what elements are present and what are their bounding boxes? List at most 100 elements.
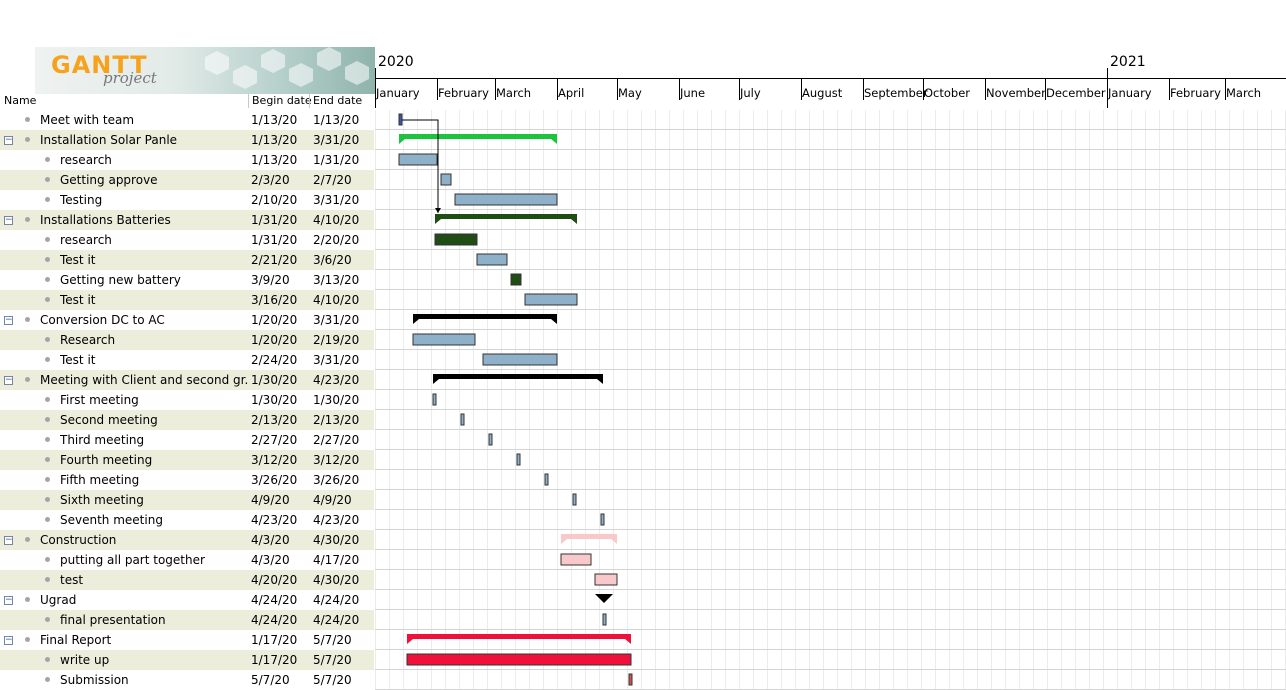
task-begin-date[interactable]: 3/9/20 (251, 270, 290, 290)
task-row[interactable]: Getting new battery 3/9/20 3/13/20 (0, 270, 374, 290)
task-row[interactable]: Test it 3/16/20 4/10/20 (0, 290, 374, 310)
task-begin-date[interactable]: 2/10/20 (251, 190, 297, 210)
milestone-marker[interactable] (432, 393, 437, 406)
task-begin-date[interactable]: 2/27/20 (251, 430, 297, 450)
task-name[interactable]: Seventh meeting (60, 510, 248, 530)
task-begin-date[interactable]: 2/24/20 (251, 350, 297, 370)
task-row[interactable]: Meet with team 1/13/20 1/13/20 (0, 110, 374, 130)
task-name[interactable]: Getting approve (60, 170, 248, 190)
task-bar[interactable] (406, 653, 632, 666)
task-name[interactable]: putting all part together (60, 550, 248, 570)
milestone-marker[interactable] (572, 493, 577, 506)
task-begin-date[interactable]: 2/3/20 (251, 170, 290, 190)
task-end-date[interactable]: 4/17/20 (313, 550, 359, 570)
task-end-date[interactable]: 1/30/20 (313, 390, 359, 410)
task-name[interactable]: research (60, 150, 248, 170)
task-row[interactable]: Getting approve 2/3/20 2/7/20 (0, 170, 374, 190)
task-name[interactable]: Fourth meeting (60, 450, 248, 470)
task-begin-date[interactable]: 4/24/20 (251, 590, 297, 610)
task-end-date[interactable]: 3/31/20 (313, 350, 359, 370)
task-name[interactable]: Final Report (40, 630, 248, 650)
task-bar[interactable] (594, 573, 618, 586)
summary-bar[interactable] (413, 314, 557, 319)
task-end-date[interactable]: 4/9/20 (313, 490, 352, 510)
task-bar[interactable] (412, 333, 476, 346)
task-row[interactable]: Research 1/20/20 2/19/20 (0, 330, 374, 350)
task-end-date[interactable]: 4/23/20 (313, 510, 359, 530)
task-end-date[interactable]: 2/27/20 (313, 430, 359, 450)
summary-milestone-marker[interactable] (595, 594, 613, 603)
collapse-toggle-icon[interactable]: − (4, 596, 13, 605)
task-begin-date[interactable]: 1/20/20 (251, 330, 297, 350)
task-name[interactable]: Sixth meeting (60, 490, 248, 510)
task-name[interactable]: write up (60, 650, 248, 670)
task-end-date[interactable]: 5/7/20 (313, 670, 352, 690)
task-end-date[interactable]: 3/31/20 (313, 310, 359, 330)
collapse-toggle-icon[interactable]: − (4, 316, 13, 325)
task-name[interactable]: First meeting (60, 390, 248, 410)
task-name[interactable]: Installations Batteries (40, 210, 248, 230)
task-name[interactable]: Test it (60, 290, 248, 310)
task-name[interactable]: research (60, 230, 248, 250)
task-row[interactable]: research 1/31/20 2/20/20 (0, 230, 374, 250)
task-row[interactable]: research 1/13/20 1/31/20 (0, 150, 374, 170)
task-name[interactable]: Fifth meeting (60, 470, 248, 490)
task-end-date[interactable]: 2/19/20 (313, 330, 359, 350)
task-end-date[interactable]: 4/24/20 (313, 590, 359, 610)
task-begin-date[interactable]: 1/17/20 (251, 650, 297, 670)
task-row[interactable]: putting all part together 4/3/20 4/17/20 (0, 550, 374, 570)
task-end-date[interactable]: 4/24/20 (313, 610, 359, 630)
milestone-marker[interactable] (460, 413, 465, 426)
task-name[interactable]: Third meeting (60, 430, 248, 450)
task-row[interactable]: − Meeting with Client and second gr... 1/3… (0, 370, 374, 390)
task-end-date[interactable]: 3/13/20 (313, 270, 359, 290)
task-begin-date[interactable]: 4/20/20 (251, 570, 297, 590)
task-name[interactable]: Conversion DC to AC (40, 310, 248, 330)
task-begin-date[interactable]: 2/21/20 (251, 250, 297, 270)
task-end-date[interactable]: 2/13/20 (313, 410, 359, 430)
column-separator[interactable] (309, 94, 310, 108)
task-begin-date[interactable]: 1/30/20 (251, 370, 297, 390)
task-name[interactable]: Testing (60, 190, 248, 210)
task-bar[interactable] (398, 153, 438, 166)
summary-bar[interactable] (433, 374, 603, 379)
dependency-arrow[interactable] (402, 119, 439, 213)
task-name[interactable]: Ugrad (40, 590, 248, 610)
column-separator[interactable] (248, 94, 249, 108)
milestone-marker[interactable] (628, 673, 633, 686)
task-name[interactable]: Submission (60, 670, 248, 690)
task-name[interactable]: test (60, 570, 248, 590)
task-row[interactable]: write up 1/17/20 5/7/20 (0, 650, 374, 670)
task-bar[interactable] (482, 353, 558, 366)
task-end-date[interactable]: 4/10/20 (313, 290, 359, 310)
task-row[interactable]: Test it 2/24/20 3/31/20 (0, 350, 374, 370)
task-begin-date[interactable]: 5/7/20 (251, 670, 290, 690)
task-name[interactable]: Test it (60, 350, 248, 370)
task-row[interactable]: Test it 2/21/20 3/6/20 (0, 250, 374, 270)
task-begin-date[interactable]: 4/3/20 (251, 550, 290, 570)
task-end-date[interactable]: 5/7/20 (313, 650, 352, 670)
task-row[interactable]: Fifth meeting 3/26/20 3/26/20 (0, 470, 374, 490)
task-begin-date[interactable]: 1/31/20 (251, 210, 297, 230)
task-row[interactable]: Fourth meeting 3/12/20 3/12/20 (0, 450, 374, 470)
task-name[interactable]: Getting new battery (60, 270, 248, 290)
task-row[interactable]: − Ugrad 4/24/20 4/24/20 (0, 590, 374, 610)
gantt-chart-area[interactable] (375, 110, 1286, 690)
task-bar[interactable] (560, 553, 592, 566)
task-end-date[interactable]: 1/31/20 (313, 150, 359, 170)
summary-bar[interactable] (435, 214, 577, 219)
task-row[interactable]: Testing 2/10/20 3/31/20 (0, 190, 374, 210)
task-bar[interactable] (440, 173, 452, 186)
task-end-date[interactable]: 5/7/20 (313, 630, 352, 650)
task-begin-date[interactable]: 3/12/20 (251, 450, 297, 470)
task-bar[interactable] (510, 273, 522, 286)
task-begin-date[interactable]: 1/20/20 (251, 310, 297, 330)
task-begin-date[interactable]: 1/17/20 (251, 630, 297, 650)
task-name[interactable]: final presentation (60, 610, 248, 630)
task-end-date[interactable]: 2/7/20 (313, 170, 352, 190)
task-begin-date[interactable]: 2/13/20 (251, 410, 297, 430)
task-name[interactable]: Installation Solar Panle (40, 130, 248, 150)
milestone-marker[interactable] (544, 473, 549, 486)
collapse-toggle-icon[interactable]: − (4, 136, 13, 145)
task-begin-date[interactable]: 4/23/20 (251, 510, 297, 530)
